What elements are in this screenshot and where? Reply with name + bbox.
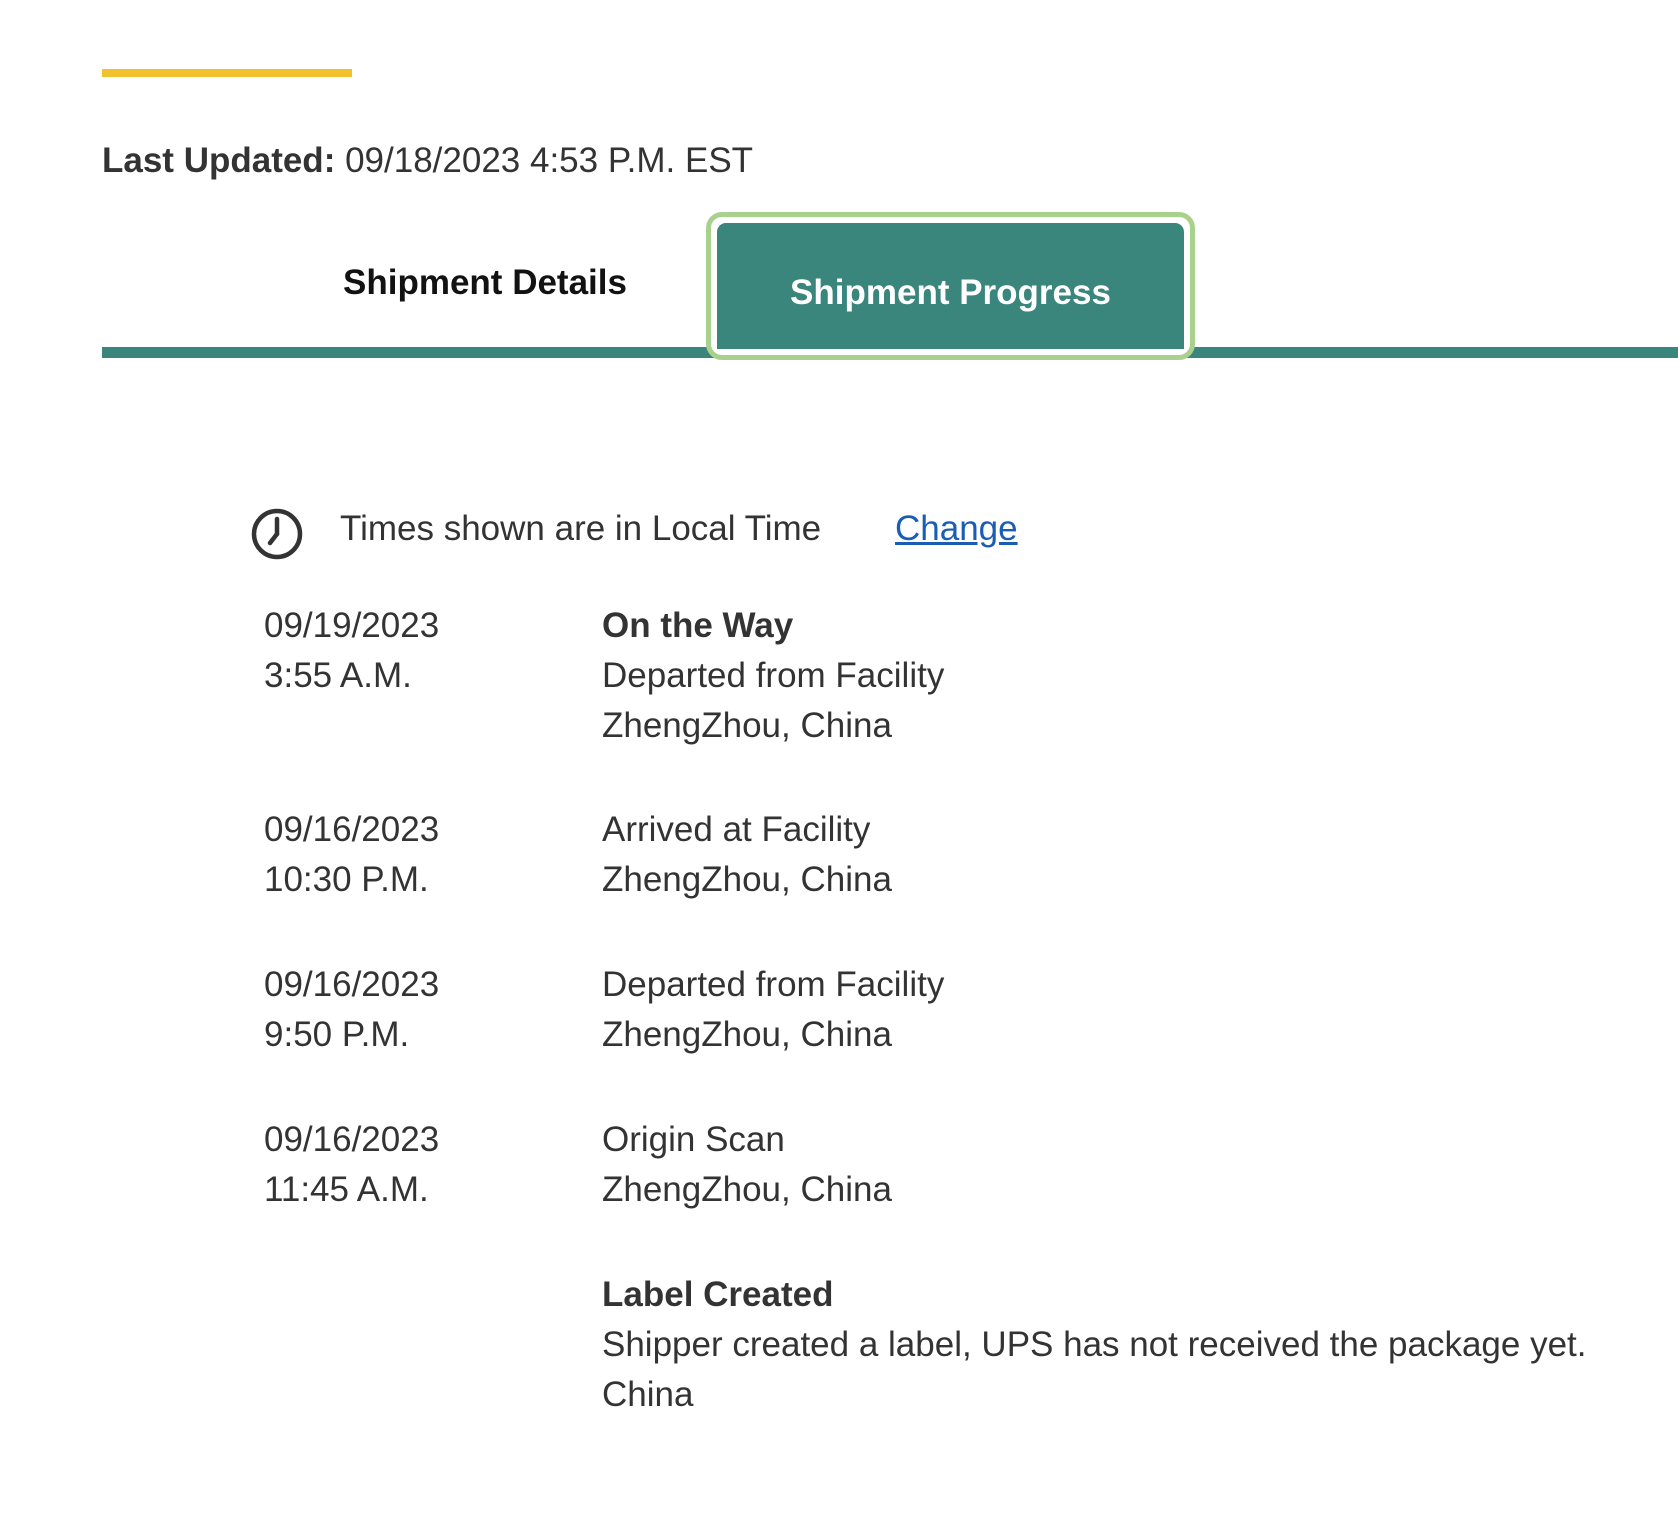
event-datetime: 09/16/2023 9:50 P.M. bbox=[264, 960, 584, 1060]
event-time: 11:45 A.M. bbox=[264, 1170, 429, 1209]
tab-shipment-details-label: Shipment Details bbox=[343, 263, 627, 302]
event-details: Label Created Shipper created a label, U… bbox=[602, 1270, 1662, 1420]
event-date: 09/19/2023 bbox=[264, 606, 440, 645]
event-date: 09/16/2023 bbox=[264, 965, 440, 1004]
clock-icon bbox=[251, 508, 303, 560]
tab-shipment-details[interactable]: Shipment Details bbox=[300, 255, 670, 311]
accent-bar bbox=[102, 69, 352, 77]
last-updated-label: Last Updated: bbox=[102, 141, 336, 180]
event-heading: Label Created bbox=[602, 1275, 834, 1314]
change-timezone-link[interactable]: Change bbox=[895, 506, 1018, 552]
event-location: ZhengZhou, China bbox=[602, 1170, 892, 1209]
event-status: Shipper created a label, UPS has not rec… bbox=[602, 1325, 1587, 1364]
event-status: Origin Scan bbox=[602, 1120, 785, 1159]
event-time: 9:50 P.M. bbox=[264, 1015, 410, 1054]
event-details: Arrived at Facility ZhengZhou, China bbox=[602, 805, 1662, 905]
tab-shipment-progress-fill: Shipment Progress bbox=[717, 223, 1184, 349]
event-time: 3:55 A.M. bbox=[264, 656, 412, 695]
event-details: On the Way Departed from Facility ZhengZ… bbox=[602, 601, 1662, 751]
event-time: 10:30 P.M. bbox=[264, 860, 429, 899]
event-details: Origin Scan ZhengZhou, China bbox=[602, 1115, 1662, 1215]
event-status: Departed from Facility bbox=[602, 656, 945, 695]
tab-shipment-progress[interactable]: Shipment Progress bbox=[706, 212, 1195, 360]
event-datetime: 09/16/2023 10:30 P.M. bbox=[264, 805, 584, 905]
event-location: China bbox=[602, 1375, 694, 1414]
last-updated: Last Updated: 09/18/2023 4:53 P.M. EST bbox=[102, 138, 753, 184]
timezone-text: Times shown are in Local Time bbox=[340, 509, 822, 548]
event-date: 09/16/2023 bbox=[264, 810, 440, 849]
event-details: Departed from Facility ZhengZhou, China bbox=[602, 960, 1662, 1060]
event-heading: On the Way bbox=[602, 606, 794, 645]
event-datetime: 09/19/2023 3:55 A.M. bbox=[264, 601, 584, 701]
event-datetime: 09/16/2023 11:45 A.M. bbox=[264, 1115, 584, 1215]
tab-shipment-progress-label: Shipment Progress bbox=[790, 273, 1111, 312]
event-status: Departed from Facility bbox=[602, 965, 945, 1004]
event-location: ZhengZhou, China bbox=[602, 706, 892, 745]
event-date: 09/16/2023 bbox=[264, 1120, 440, 1159]
event-location: ZhengZhou, China bbox=[602, 1015, 892, 1054]
event-status: Arrived at Facility bbox=[602, 810, 871, 849]
event-location: ZhengZhou, China bbox=[602, 860, 892, 899]
last-updated-value: 09/18/2023 4:53 P.M. EST bbox=[345, 141, 754, 180]
